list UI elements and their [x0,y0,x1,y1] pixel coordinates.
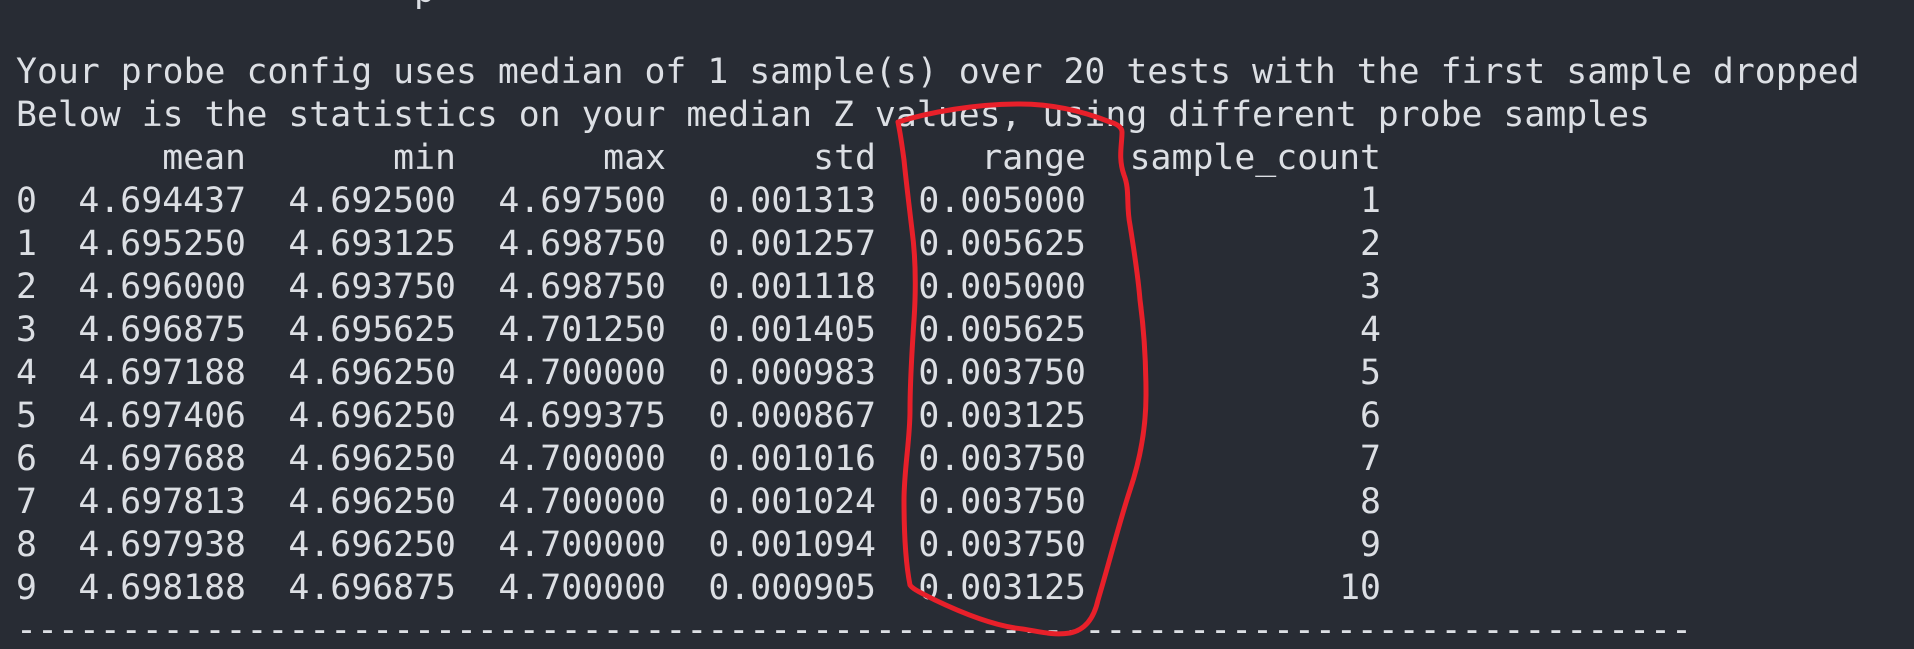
cell-sample-count: 5 [1360,353,1381,393]
cell-sample-count: 1 [1360,181,1381,221]
terminal-output: p Your probe config uses median of 1 sam… [0,0,1914,649]
table-row: 8 4.697938 4.696250 4.700000 0.001094 0.00375… [16,524,1516,567]
cell-sample-count: 3 [1360,267,1381,307]
table-row: 1 4.695250 4.693125 4.698750 0.001257 0.00562… [16,223,1516,266]
table-row: 6 4.697688 4.696250 4.700000 0.001016 0.00375… [16,438,1516,481]
cell-sample-count: 6 [1360,396,1381,436]
table-row: 2 4.696000 4.693750 4.698750 0.001118 0.00500… [16,266,1516,309]
cell-sample-count: 7 [1360,439,1381,479]
table-row: 3 4.696875 4.695625 4.701250 0.001405 0.00562… [16,309,1516,352]
table-row: 7 4.697813 4.696250 4.700000 0.001024 0.00375… [16,481,1516,524]
table-row: 0 4.694437 4.692500 4.697500 0.001313 0.00500… [16,180,1516,223]
cell-sample-count: 10 [1339,568,1381,608]
cell-sample-count: 4 [1360,310,1381,350]
table-row: 4 4.697188 4.696250 4.700000 0.000983 0.00375… [16,352,1516,395]
column-header-sample-count: sample_count [1129,138,1381,178]
table-header: mean min max std range sample_count [16,137,1516,180]
table-row: 5 4.697406 4.696250 4.699375 0.000867 0.00312… [16,395,1516,438]
probe-config-info: Your probe config uses median of 1 sampl… [16,52,1860,92]
partial-top-line: p [16,0,435,13]
cell-sample-count: 8 [1360,482,1381,522]
cell-sample-count: 9 [1360,525,1381,565]
separator-line: ----------------------------------------… [16,610,1696,649]
table-row: 9 4.698188 4.696875 4.700000 0.000905 0.00312… [16,567,1516,610]
statistics-description: Below is the statistics on your median Z… [16,95,1651,135]
cell-sample-count: 2 [1360,224,1381,264]
